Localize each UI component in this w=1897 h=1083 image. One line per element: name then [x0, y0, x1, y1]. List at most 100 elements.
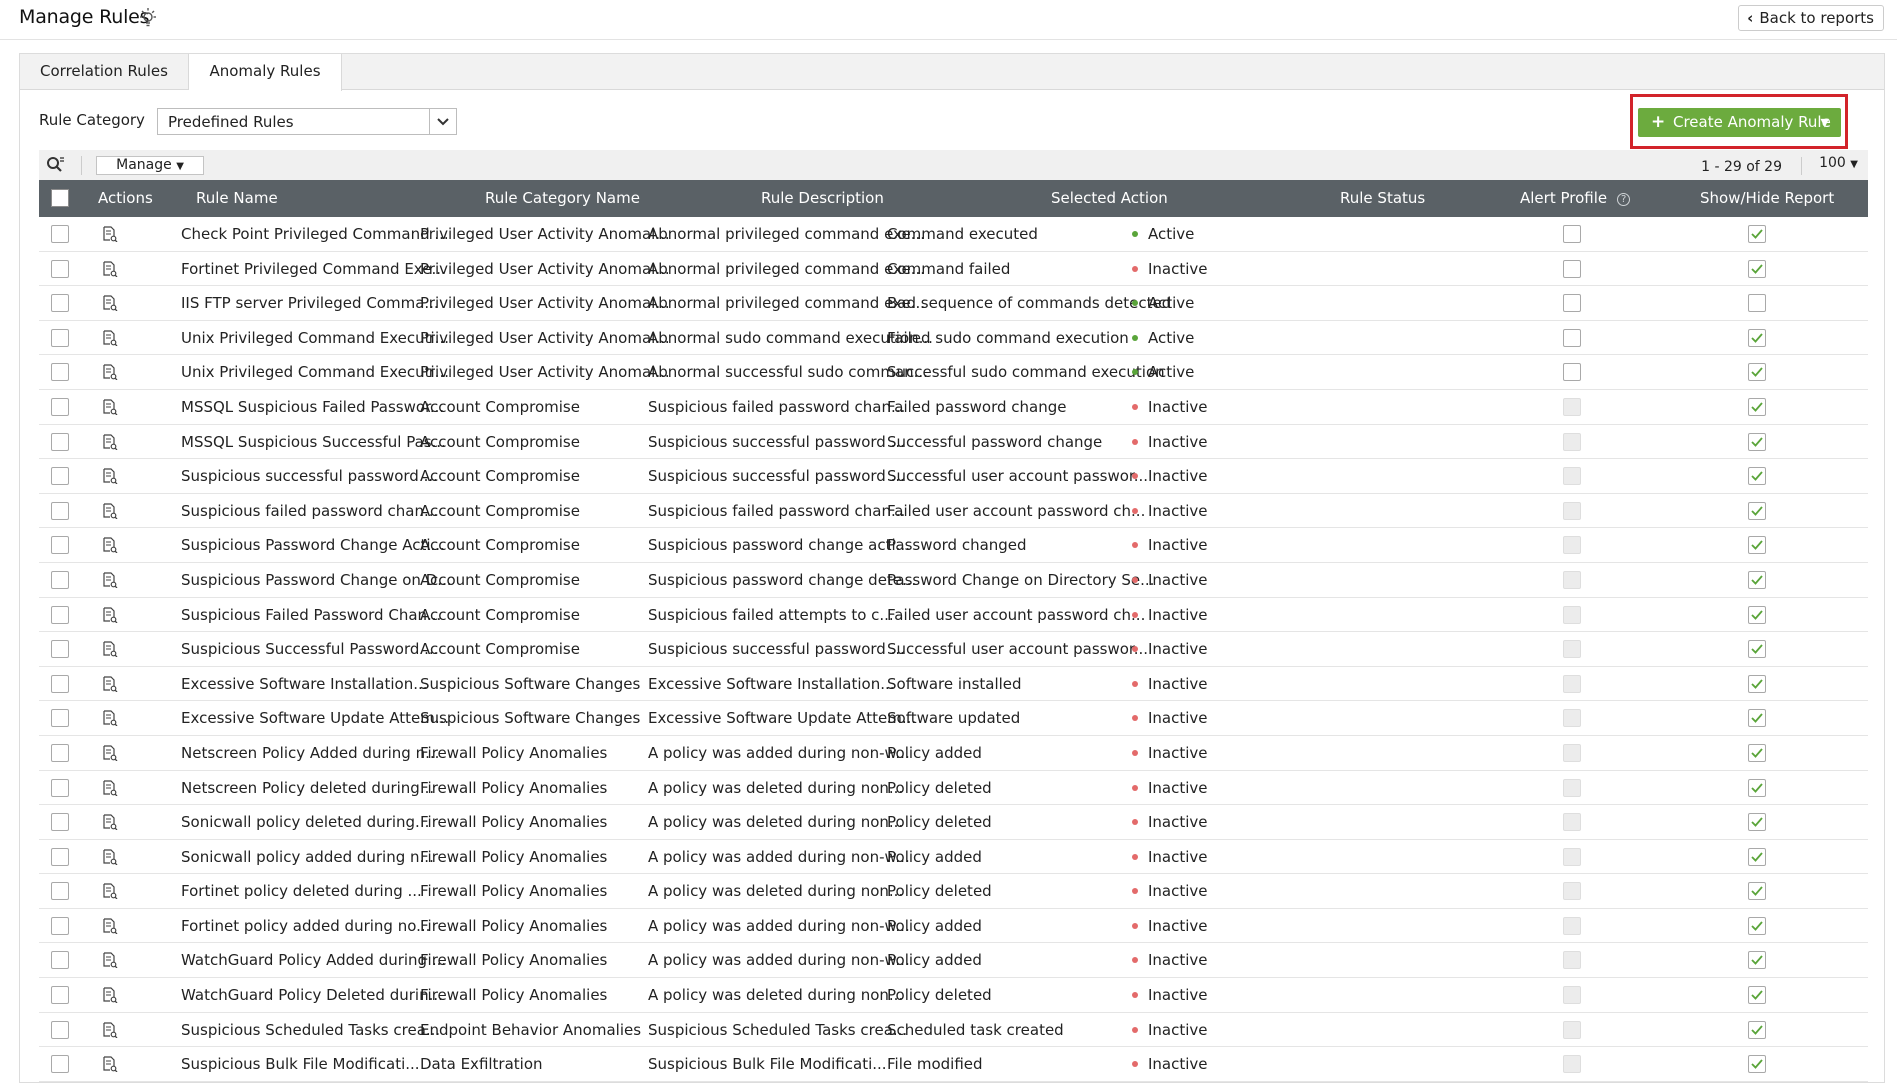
row-checkbox[interactable]	[51, 294, 69, 313]
rule-status-cell[interactable]: Inactive	[1132, 675, 1208, 693]
view-details-icon[interactable]	[102, 849, 118, 865]
alert-profile-checkbox[interactable]	[1563, 259, 1581, 278]
view-details-icon[interactable]	[102, 537, 118, 554]
per-page-select[interactable]: 100 ▼	[1819, 155, 1858, 171]
row-checkbox[interactable]	[51, 363, 69, 382]
show-report-checkbox[interactable]	[1748, 328, 1766, 347]
rule-status-cell[interactable]: Inactive	[1132, 1055, 1208, 1073]
rule-name-cell[interactable]: Suspicious Failed Password Chan...	[181, 606, 441, 624]
rule-name-cell[interactable]: WatchGuard Policy Added during ...	[181, 951, 446, 969]
view-details-icon[interactable]	[102, 745, 118, 761]
rule-status-cell[interactable]: Inactive	[1132, 640, 1208, 658]
show-report-checkbox[interactable]	[1748, 916, 1766, 935]
col-rule-name[interactable]: Rule Name	[196, 189, 278, 207]
rule-status-cell[interactable]: Inactive	[1132, 848, 1208, 866]
rule-name-cell[interactable]: Sonicwall policy deleted during...	[181, 813, 429, 831]
view-details-icon[interactable]	[102, 641, 118, 658]
show-report-checkbox[interactable]	[1748, 882, 1766, 901]
show-report-checkbox[interactable]	[1748, 432, 1766, 451]
show-report-checkbox[interactable]	[1748, 674, 1766, 693]
rule-name-cell[interactable]: Unix Privileged Command Executi...	[181, 363, 449, 381]
row-checkbox[interactable]	[51, 536, 69, 555]
rule-name-cell[interactable]: Sonicwall policy added during n...	[181, 848, 434, 866]
view-details-icon[interactable]	[102, 814, 118, 831]
col-rule-description[interactable]: Rule Description	[761, 189, 884, 207]
row-checkbox[interactable]	[51, 986, 69, 1005]
rule-name-cell[interactable]: Excessive Software Installation...	[181, 675, 428, 693]
row-checkbox[interactable]	[51, 916, 69, 935]
rule-name-cell[interactable]: Suspicious Password Change Acti...	[181, 536, 445, 554]
rule-status-cell[interactable]: Inactive	[1132, 433, 1208, 451]
show-report-checkbox[interactable]	[1748, 259, 1766, 278]
rule-name-cell[interactable]: Suspicious Successful Password ...	[181, 640, 438, 658]
tab-correlation-rules[interactable]: Correlation Rules	[20, 54, 189, 90]
help-icon[interactable]: ?	[1617, 193, 1631, 206]
view-details-icon[interactable]	[102, 468, 118, 485]
view-details-icon[interactable]	[102, 572, 118, 588]
row-checkbox[interactable]	[51, 397, 69, 416]
rule-status-cell[interactable]: Inactive	[1132, 571, 1208, 589]
view-details-icon[interactable]	[102, 295, 118, 312]
show-report-checkbox[interactable]	[1748, 225, 1766, 243]
rule-status-cell[interactable]: Active	[1132, 294, 1194, 312]
view-details-icon[interactable]	[102, 364, 118, 381]
tab-anomaly-rules[interactable]: Anomaly Rules	[189, 54, 342, 91]
show-report-checkbox[interactable]	[1748, 397, 1766, 416]
row-checkbox[interactable]	[51, 640, 69, 659]
rule-name-cell[interactable]: MSSQL Suspicious Failed Passwor...	[181, 398, 444, 416]
rule-status-cell[interactable]: Inactive	[1132, 744, 1208, 762]
show-report-checkbox[interactable]	[1748, 778, 1766, 797]
col-rule-category-name[interactable]: Rule Category Name	[485, 189, 640, 207]
view-details-icon[interactable]	[102, 952, 118, 969]
rule-status-cell[interactable]: Inactive	[1132, 779, 1208, 797]
rule-name-cell[interactable]: Unix Privileged Command Executi...	[181, 329, 449, 347]
rule-status-cell[interactable]: Inactive	[1132, 398, 1208, 416]
alert-profile-checkbox[interactable]	[1563, 225, 1581, 243]
view-details-icon[interactable]	[102, 330, 118, 346]
row-checkbox[interactable]	[51, 1020, 69, 1039]
rule-status-cell[interactable]: Inactive	[1132, 813, 1208, 831]
show-report-checkbox[interactable]	[1748, 986, 1766, 1005]
view-details-icon[interactable]	[102, 779, 118, 796]
rule-name-cell[interactable]: Check Point Privileged Command ...	[181, 225, 449, 243]
row-checkbox[interactable]	[51, 225, 69, 243]
row-checkbox[interactable]	[51, 1055, 69, 1074]
row-checkbox[interactable]	[51, 467, 69, 486]
row-checkbox[interactable]	[51, 570, 69, 589]
show-report-checkbox[interactable]	[1748, 1055, 1766, 1074]
rule-status-cell[interactable]: Inactive	[1132, 917, 1208, 935]
rule-status-cell[interactable]: Inactive	[1132, 709, 1208, 727]
view-details-icon[interactable]	[102, 606, 118, 623]
row-checkbox[interactable]	[51, 778, 69, 797]
show-report-checkbox[interactable]	[1748, 743, 1766, 762]
row-checkbox[interactable]	[51, 882, 69, 901]
row-checkbox[interactable]	[51, 674, 69, 693]
show-report-checkbox[interactable]	[1748, 951, 1766, 970]
show-report-checkbox[interactable]	[1748, 813, 1766, 832]
alert-profile-checkbox[interactable]	[1563, 294, 1581, 313]
rule-name-cell[interactable]: Netscreen Policy Added during n...	[181, 744, 439, 762]
rule-status-cell[interactable]: Active	[1132, 363, 1194, 381]
rule-name-cell[interactable]: Fortinet policy deleted during ...	[181, 882, 422, 900]
alert-profile-checkbox[interactable]	[1563, 363, 1581, 382]
rule-status-cell[interactable]: Inactive	[1132, 260, 1208, 278]
view-details-icon[interactable]	[102, 1056, 118, 1073]
rule-status-cell[interactable]: Inactive	[1132, 986, 1208, 1004]
select-all-checkbox[interactable]	[51, 189, 69, 207]
back-to-reports-button[interactable]: ‹ Back to reports	[1738, 5, 1884, 31]
manage-dropdown[interactable]: Manage ▼	[96, 156, 204, 175]
rule-name-cell[interactable]: Suspicious Scheduled Tasks crea...	[181, 1021, 440, 1039]
col-rule-status[interactable]: Rule Status	[1340, 189, 1425, 207]
rule-name-cell[interactable]: WatchGuard Policy Deleted durin...	[181, 986, 443, 1004]
search-icon[interactable]	[46, 156, 66, 174]
rule-category-select[interactable]: Predefined Rules	[157, 108, 457, 135]
rule-name-cell[interactable]: MSSQL Suspicious Successful Pas...	[181, 433, 446, 451]
view-details-icon[interactable]	[102, 883, 118, 900]
rule-status-cell[interactable]: Inactive	[1132, 951, 1208, 969]
rule-name-cell[interactable]: Fortinet policy added during no...	[181, 917, 430, 935]
rule-name-cell[interactable]: Fortinet Privileged Command Exe...	[181, 260, 446, 278]
rule-name-cell[interactable]: Excessive Software Update Attem...	[181, 709, 449, 727]
row-checkbox[interactable]	[51, 847, 69, 866]
rule-status-cell[interactable]: Active	[1132, 225, 1194, 243]
view-details-icon[interactable]	[102, 710, 118, 727]
